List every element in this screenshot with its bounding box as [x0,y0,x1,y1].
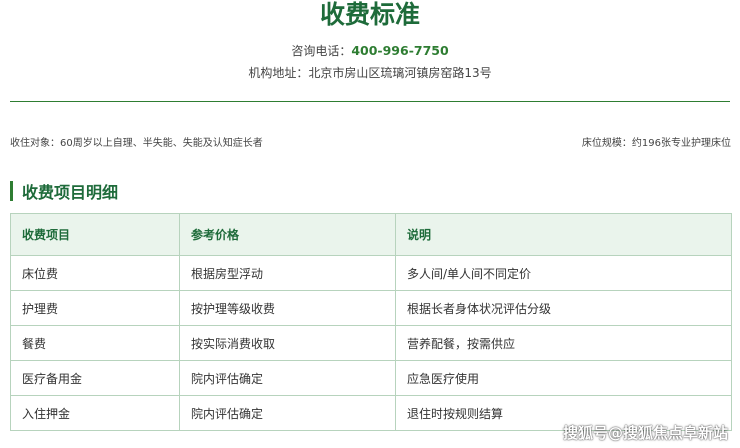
phone-label: 咨询电话： [291,44,352,58]
section-accent-bar [10,181,13,201]
fee-item-cell: 餐费 [10,325,180,361]
fee-note-cell: 多人间/单人间不同定价 [395,255,732,291]
column-header-price: 参考价格 [179,213,396,256]
target-label: 收住对象： [10,138,60,149]
section-title: 收费项目明细 [22,183,119,202]
table-row: 床位费 根据房型浮动 多人间/单人间不同定价 [10,255,732,291]
address-line: 机构地址：北京市房山区琉璃河镇房窑路13号 [0,64,740,82]
fee-price-cell: 按护理等级收费 [179,290,396,326]
fee-note-cell: 根据长者身体状况评估分级 [395,290,732,326]
contact-phone: 咨询电话：400-996-7750 [0,42,740,60]
table-row: 医疗备用金 院内评估确定 应急医疗使用 [10,360,732,396]
watermark: 搜狐号@搜狐焦点阜新站 [562,424,728,442]
column-header-item: 收费项目 [10,213,180,256]
fee-note-cell: 应急医疗使用 [395,360,732,396]
target-value: 60周岁以上自理、半失能、失能及认知症长者 [60,138,263,149]
address-value: 北京市房山区琉璃河镇房窑路13号 [308,66,492,80]
fee-price-cell: 院内评估确定 [179,395,396,431]
admission-target: 收住对象：60周岁以上自理、半失能、失能及认知症长者 [10,136,263,152]
fee-item-cell: 床位费 [10,255,180,291]
table-header-row: 收费项目 参考价格 说明 [10,213,732,256]
fee-item-cell: 入住押金 [10,395,180,431]
fee-item-cell: 护理费 [10,290,180,326]
fee-price-cell: 根据房型浮动 [179,255,396,291]
fee-note-cell: 营养配餐，按需供应 [395,325,732,361]
fee-item-cell: 医疗备用金 [10,360,180,396]
address-label: 机构地址： [248,66,309,80]
section-heading: 收费项目明细 [10,180,118,202]
phone-number[interactable]: 400-996-7750 [351,43,448,58]
column-header-note: 说明 [395,213,732,256]
header-divider [10,101,730,102]
beds-label: 床位规模： [581,138,632,149]
beds-value: 约196张专业护理床位 [631,138,731,149]
fee-price-cell: 院内评估确定 [179,360,396,396]
bed-capacity: 床位规模：约196张专业护理床位 [582,136,731,152]
table-row: 护理费 按护理等级收费 根据长者身体状况评估分级 [10,290,732,326]
table-row: 餐费 按实际消费收取 营养配餐，按需供应 [10,325,732,361]
page-title: 收费标准 [319,0,420,29]
fee-table: 收费项目 参考价格 说明 床位费 根据房型浮动 多人间/单人间不同定价 护理费 … [10,213,732,431]
fee-price-cell: 按实际消费收取 [179,325,396,361]
